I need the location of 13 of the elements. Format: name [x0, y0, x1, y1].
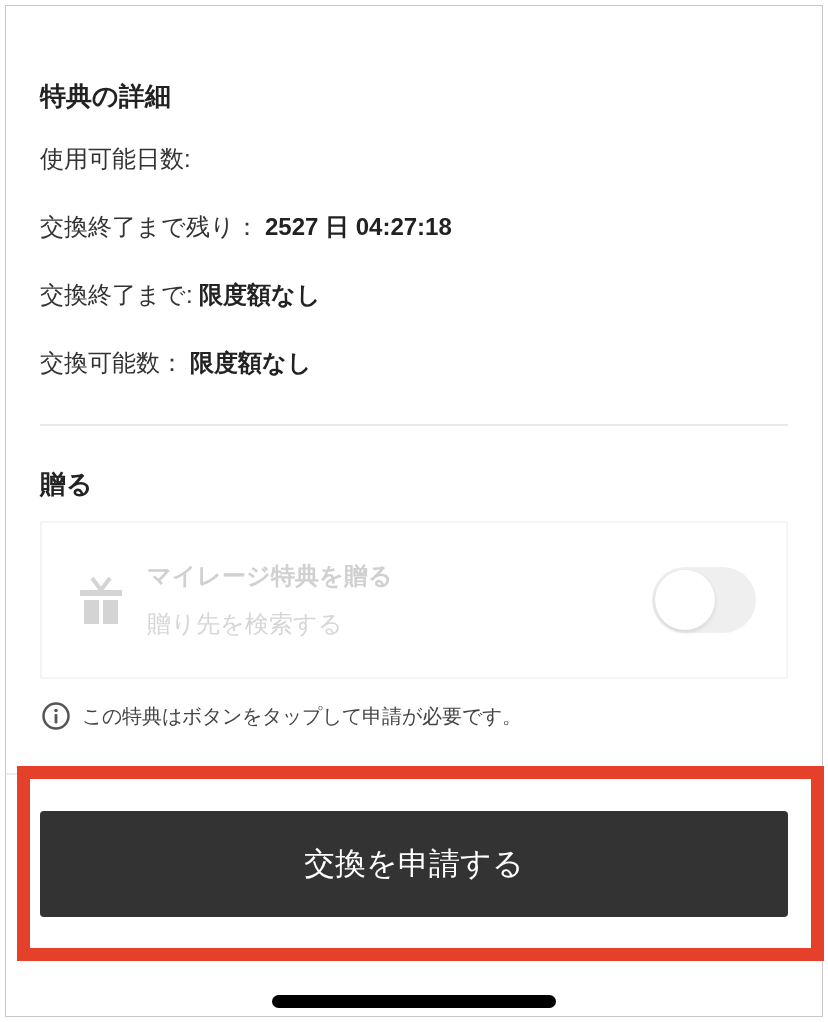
notice-text: この特典はボタンをタップして申請が必要です。 — [82, 704, 522, 729]
detail-value: 2527 日 04:27:18 — [265, 212, 452, 242]
detail-value: 限度額なし — [190, 348, 312, 378]
detail-label: 使用可能日数: — [40, 144, 191, 174]
info-icon — [42, 702, 70, 730]
detail-label: 交換可能数： — [40, 348, 184, 378]
section-title: 特典の詳細 — [40, 80, 171, 113]
apply-exchange-button[interactable]: 交換を申請する — [40, 811, 788, 917]
detail-label: 交換終了まで: — [40, 280, 193, 310]
section-title: 贈る — [40, 468, 93, 501]
detail-value: 限度額なし — [198, 280, 321, 310]
detail-label: 交換終了まで残り： — [40, 212, 259, 242]
gift-icon — [80, 576, 122, 624]
